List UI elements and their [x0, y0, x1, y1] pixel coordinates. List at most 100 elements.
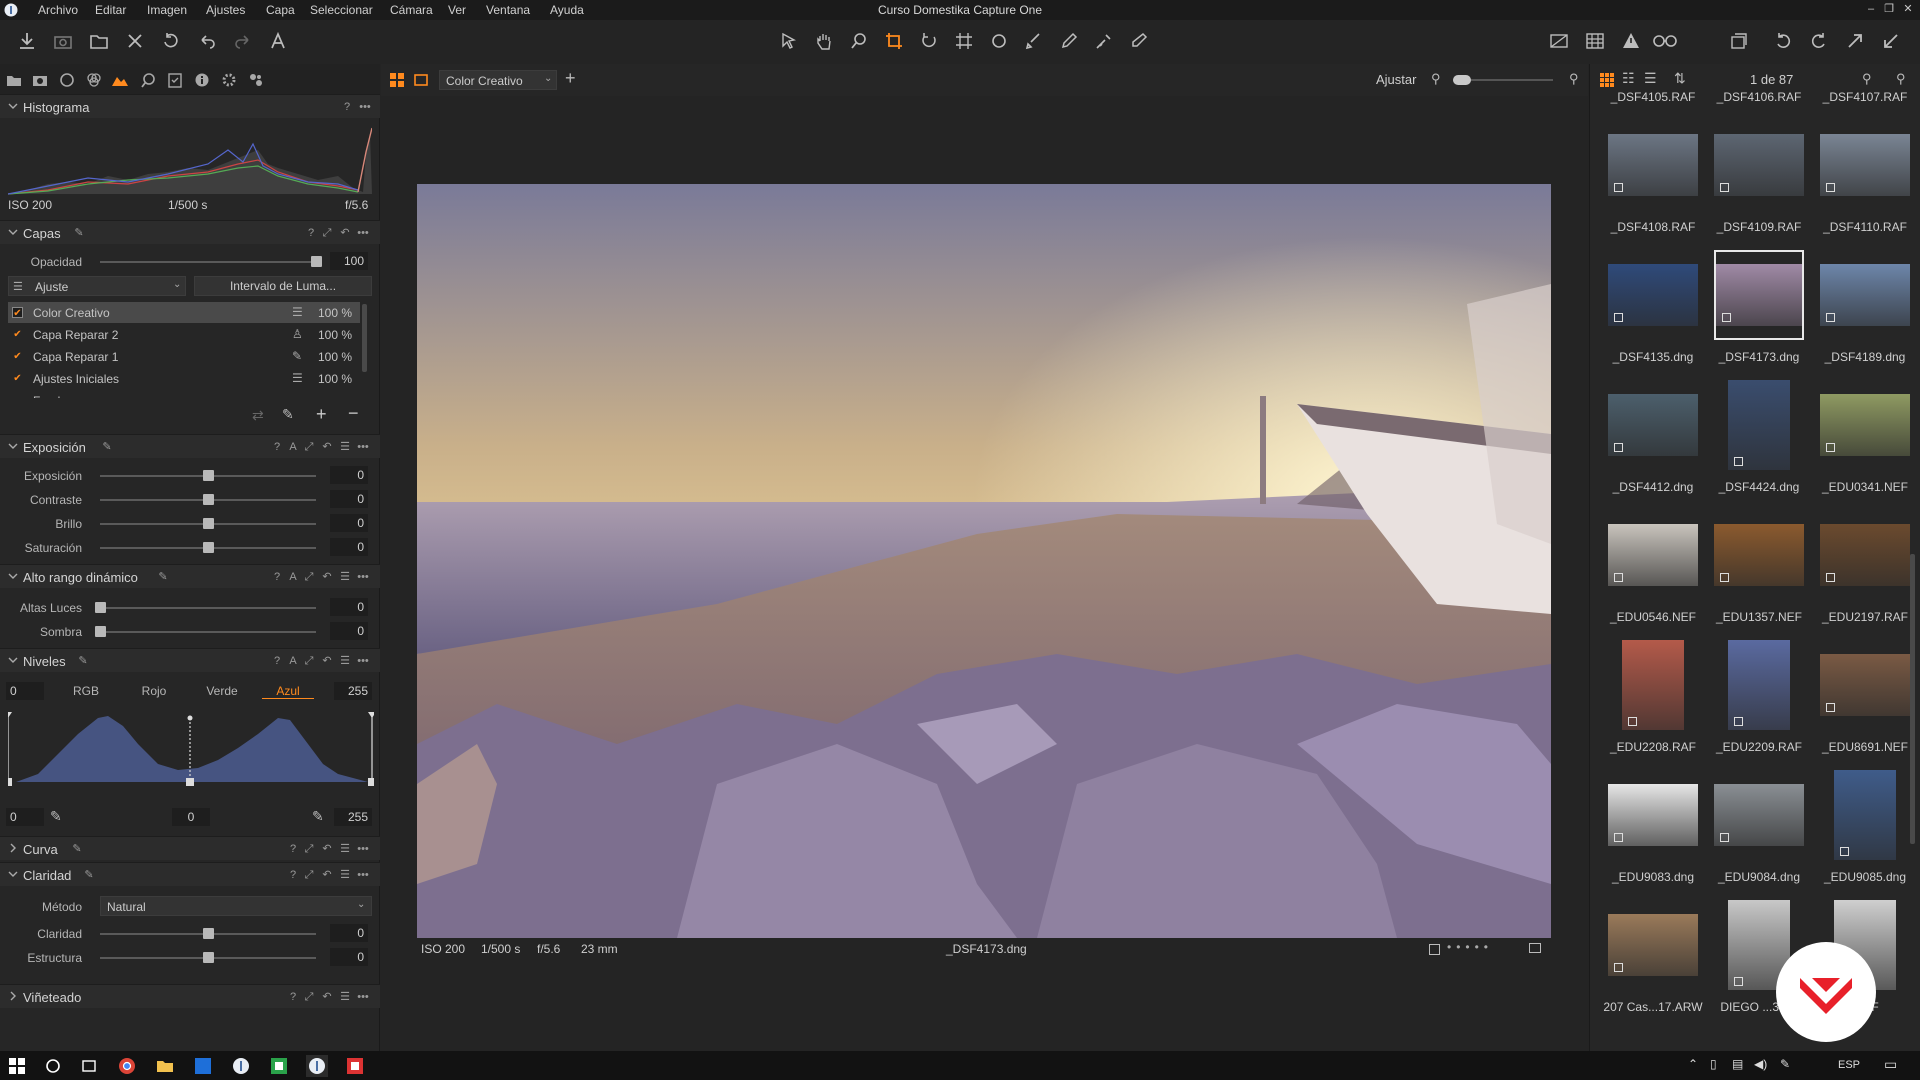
thumbnail-image[interactable]	[1820, 770, 1910, 860]
chrome-icon[interactable]	[116, 1055, 138, 1077]
add-layer-icon[interactable]: +	[316, 404, 327, 425]
thumb-zoom-icon[interactable]: ⚲	[1862, 71, 1872, 87]
thumb-select-checkbox[interactable]	[1826, 573, 1835, 582]
thumbnail[interactable]: _EDU9084.dng	[1706, 754, 1812, 884]
slider-knob[interactable]	[95, 602, 106, 613]
pen-icon[interactable]: ✎	[1780, 1057, 1790, 1071]
levels-output-low[interactable]: 0	[6, 808, 44, 826]
presets-icon[interactable]: ☰	[338, 440, 352, 454]
select-cursor-icon[interactable]	[776, 28, 802, 54]
thumbnail[interactable]: _DSF4173.dng	[1706, 234, 1812, 364]
thumbnail[interactable]: _DSF4412.dng	[1600, 364, 1706, 494]
eraser-icon[interactable]	[1126, 28, 1152, 54]
multi-view-icon[interactable]	[389, 72, 405, 88]
zoom-out-icon[interactable]: ⚲	[1431, 71, 1441, 87]
layer-list-scrollbar[interactable]	[362, 304, 367, 372]
thumbnail-filename[interactable]: _DSF4106.RAF	[1707, 90, 1811, 104]
swap-layers-icon[interactable]: ⇄	[252, 407, 264, 424]
thumbnail-image[interactable]	[1608, 770, 1698, 860]
layer-visible-checkbox[interactable]: ✔	[12, 351, 23, 362]
thumbnail[interactable]: _DSF4110.RAF	[1812, 104, 1918, 234]
hdr-section-header[interactable]: Alto rango dinámico ✎ ? A ⤢ ↶ ☰ •••	[0, 564, 380, 588]
slider-value[interactable]: 0	[330, 538, 368, 556]
thumb-select-checkbox[interactable]	[1722, 313, 1731, 322]
reset-section-icon[interactable]: ↶	[320, 868, 334, 882]
reset-section-icon[interactable]: ↶	[320, 654, 334, 668]
thumb-select-checkbox[interactable]	[1826, 703, 1835, 712]
slider-track[interactable]	[100, 631, 316, 633]
auto-icon[interactable]: A	[286, 654, 300, 668]
levels-channel-tab[interactable]: RGB	[60, 684, 112, 698]
white-eyedropper-icon[interactable]: ✎	[312, 808, 324, 825]
output-tab-icon[interactable]	[219, 70, 239, 90]
copy-apply-icon[interactable]: ⤢	[302, 842, 316, 856]
thumbnail[interactable]: _DSF4424.dng	[1706, 364, 1812, 494]
zoom-slider-knob[interactable]	[1453, 75, 1471, 85]
thumbnail-filename[interactable]: _DSF4105.RAF	[1601, 90, 1705, 104]
help-icon[interactable]: ?	[270, 440, 284, 454]
levels-input-low[interactable]: 0	[6, 682, 44, 700]
method-dropdown[interactable]: Natural ⌄	[100, 896, 372, 916]
help-icon[interactable]: ?	[270, 654, 284, 668]
layer-visible-checkbox[interactable]: ✔	[12, 373, 23, 384]
thumbnail[interactable]: _EDU1357.NEF	[1706, 494, 1812, 624]
slider-knob[interactable]	[95, 626, 106, 637]
thumbnail[interactable]: 207 Cas...17.ARW	[1600, 884, 1706, 1014]
thumb-select-checkbox[interactable]	[1614, 963, 1623, 972]
opacity-value[interactable]: 100	[330, 252, 368, 270]
more-icon[interactable]: •••	[358, 100, 372, 114]
presets-icon[interactable]: ☰	[338, 868, 352, 882]
camtasia-icon[interactable]	[268, 1055, 290, 1077]
single-view-icon[interactable]	[413, 72, 429, 88]
gradient-mask-icon[interactable]	[1091, 28, 1117, 54]
copy-apply-icon[interactable]: ⤢	[320, 226, 334, 240]
layer-row[interactable]: Fondo	[8, 390, 360, 398]
outlook-icon[interactable]	[192, 1055, 214, 1077]
thumb-select-checkbox[interactable]	[1614, 443, 1623, 452]
zoom-tool-icon[interactable]	[846, 28, 872, 54]
reset-section-icon[interactable]: ↶	[320, 440, 334, 454]
recorder-icon[interactable]	[344, 1055, 366, 1077]
thumb-select-checkbox[interactable]	[1720, 833, 1729, 842]
thumbnail[interactable]: _EDU2197.RAF	[1812, 494, 1918, 624]
keystone-icon[interactable]	[951, 28, 977, 54]
edit-brush-icon[interactable]: ✎	[100, 440, 114, 454]
levels-input-high[interactable]: 255	[334, 682, 372, 700]
thumbnail-image[interactable]	[1714, 510, 1804, 600]
edit-brush-icon[interactable]: ✎	[82, 868, 96, 882]
slider-value[interactable]: 0	[330, 924, 368, 942]
clarity-section-header[interactable]: Claridad ✎ ? ⤢ ↶ ☰ •••	[0, 862, 380, 886]
copy-apply-icon[interactable]: ⤢	[302, 440, 316, 454]
windows-start-icon[interactable]	[6, 1055, 28, 1077]
exposure-section-header[interactable]: Exposición ✎ ? A ⤢ ↶ ☰ •••	[0, 434, 380, 458]
slider-value[interactable]: 0	[330, 622, 368, 640]
edit-brush-icon[interactable]: ✎	[70, 842, 84, 856]
help-icon[interactable]: ?	[286, 842, 300, 856]
color-tag-icon[interactable]	[1529, 943, 1541, 953]
minimize-icon[interactable]: –	[1862, 2, 1880, 16]
slider-value[interactable]: 0	[330, 514, 368, 532]
layer-row[interactable]: ✔ Capa Reparar 2 ♙ 100 %	[8, 324, 360, 345]
brush-icon[interactable]	[1021, 28, 1047, 54]
thumbnail-image[interactable]	[1820, 510, 1910, 600]
thumb-select-checkbox[interactable]	[1720, 183, 1729, 192]
paste-adjustments-icon[interactable]	[1878, 28, 1904, 54]
curve-section-header[interactable]: Curva ✎ ? ⤢ ↶ ☰ •••	[0, 836, 380, 860]
exposure-tab-icon[interactable]	[110, 70, 130, 90]
presets-icon[interactable]: ☰	[338, 570, 352, 584]
thumb-select-checkbox[interactable]	[1734, 977, 1743, 986]
vignette-section-header[interactable]: Viñeteado ? ⤢ ↶ ☰ •••	[0, 984, 380, 1008]
thumbnail[interactable]: _EDU2208.RAF	[1600, 624, 1706, 754]
levels-histogram[interactable]	[4, 710, 376, 786]
thumb-select-checkbox[interactable]	[1734, 717, 1743, 726]
thumb-select-checkbox[interactable]	[1734, 457, 1743, 466]
capture-tab-icon[interactable]	[30, 70, 50, 90]
thumbnail[interactable]: _DSF4108.RAF	[1600, 104, 1706, 234]
task-view-icon[interactable]	[78, 1055, 100, 1077]
more-icon[interactable]: •••	[356, 654, 370, 668]
language-indicator[interactable]: ESP	[1838, 1059, 1860, 1071]
delete-icon[interactable]	[122, 28, 148, 54]
main-photo[interactable]	[417, 184, 1551, 938]
thumbnail-image[interactable]	[1714, 640, 1804, 730]
brush-layer-icon[interactable]: ✎	[282, 406, 294, 423]
